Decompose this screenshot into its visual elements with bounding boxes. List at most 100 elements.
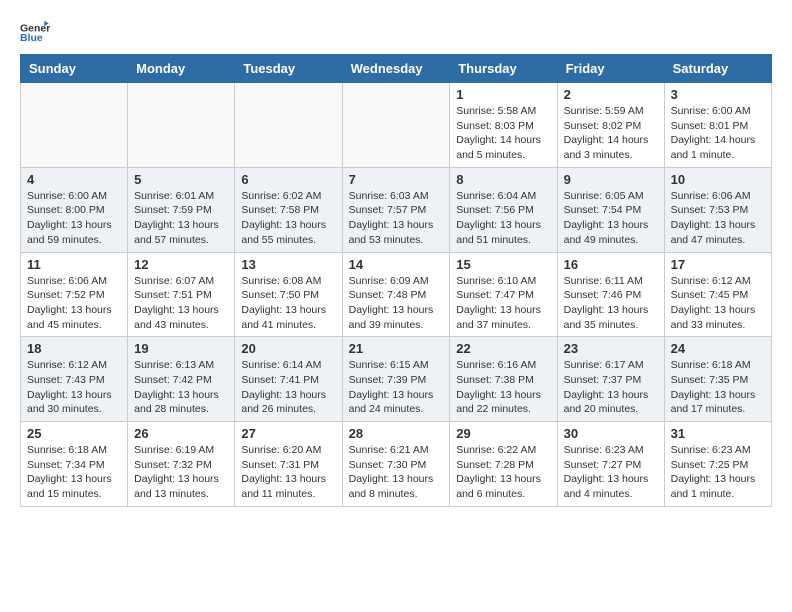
- calendar-table: SundayMondayTuesdayWednesdayThursdayFrid…: [20, 54, 772, 507]
- day-info: Sunrise: 6:11 AM Sunset: 7:46 PM Dayligh…: [564, 274, 658, 333]
- calendar-cell: 5 Sunrise: 6:01 AM Sunset: 7:59 PM Daylig…: [128, 167, 235, 252]
- calendar-cell: [128, 83, 235, 168]
- day-number: 31: [671, 426, 765, 441]
- calendar-week-row: 18 Sunrise: 6:12 AM Sunset: 7:43 PM Dayli…: [21, 337, 772, 422]
- weekday-header-wednesday: Wednesday: [342, 55, 450, 83]
- day-info: Sunrise: 6:18 AM Sunset: 7:35 PM Dayligh…: [671, 358, 765, 417]
- day-number: 3: [671, 87, 765, 102]
- day-number: 22: [456, 341, 550, 356]
- calendar-cell: 1 Sunrise: 5:58 AM Sunset: 8:03 PM Daylig…: [450, 83, 557, 168]
- day-info: Sunrise: 6:03 AM Sunset: 7:57 PM Dayligh…: [349, 189, 444, 248]
- day-info: Sunrise: 6:20 AM Sunset: 7:31 PM Dayligh…: [241, 443, 335, 502]
- calendar-cell: 10 Sunrise: 6:06 AM Sunset: 7:53 PM Dayli…: [664, 167, 771, 252]
- calendar-cell: 6 Sunrise: 6:02 AM Sunset: 7:58 PM Daylig…: [235, 167, 342, 252]
- page-header: General Blue: [20, 20, 772, 44]
- calendar-cell: 25 Sunrise: 6:18 AM Sunset: 7:34 PM Dayli…: [21, 422, 128, 507]
- day-number: 30: [564, 426, 658, 441]
- day-number: 18: [27, 341, 121, 356]
- weekday-header-row: SundayMondayTuesdayWednesdayThursdayFrid…: [21, 55, 772, 83]
- day-info: Sunrise: 6:07 AM Sunset: 7:51 PM Dayligh…: [134, 274, 228, 333]
- day-info: Sunrise: 6:02 AM Sunset: 7:58 PM Dayligh…: [241, 189, 335, 248]
- calendar-cell: [235, 83, 342, 168]
- day-number: 9: [564, 172, 658, 187]
- weekday-header-friday: Friday: [557, 55, 664, 83]
- calendar-week-row: 4 Sunrise: 6:00 AM Sunset: 8:00 PM Daylig…: [21, 167, 772, 252]
- day-number: 25: [27, 426, 121, 441]
- calendar-cell: 16 Sunrise: 6:11 AM Sunset: 7:46 PM Dayli…: [557, 252, 664, 337]
- day-info: Sunrise: 6:23 AM Sunset: 7:25 PM Dayligh…: [671, 443, 765, 502]
- calendar-cell: 28 Sunrise: 6:21 AM Sunset: 7:30 PM Dayli…: [342, 422, 450, 507]
- calendar-cell: 9 Sunrise: 6:05 AM Sunset: 7:54 PM Daylig…: [557, 167, 664, 252]
- day-info: Sunrise: 6:16 AM Sunset: 7:38 PM Dayligh…: [456, 358, 550, 417]
- calendar-cell: 2 Sunrise: 5:59 AM Sunset: 8:02 PM Daylig…: [557, 83, 664, 168]
- day-number: 7: [349, 172, 444, 187]
- day-info: Sunrise: 6:00 AM Sunset: 8:01 PM Dayligh…: [671, 104, 765, 163]
- calendar-cell: 27 Sunrise: 6:20 AM Sunset: 7:31 PM Dayli…: [235, 422, 342, 507]
- calendar-cell: 20 Sunrise: 6:14 AM Sunset: 7:41 PM Dayli…: [235, 337, 342, 422]
- calendar-cell: 29Sunrise: 6:22 AM Sunset: 7:28 PM Dayli…: [450, 422, 557, 507]
- day-number: 17: [671, 257, 765, 272]
- day-info: Sunrise: 6:10 AM Sunset: 7:47 PM Dayligh…: [456, 274, 550, 333]
- calendar-cell: 30 Sunrise: 6:23 AM Sunset: 7:27 PM Dayli…: [557, 422, 664, 507]
- day-number: 6: [241, 172, 335, 187]
- weekday-header-sunday: Sunday: [21, 55, 128, 83]
- calendar-cell: 18 Sunrise: 6:12 AM Sunset: 7:43 PM Dayli…: [21, 337, 128, 422]
- day-info: Sunrise: 5:59 AM Sunset: 8:02 PM Dayligh…: [564, 104, 658, 163]
- calendar-week-row: 11Sunrise: 6:06 AM Sunset: 7:52 PM Dayli…: [21, 252, 772, 337]
- calendar-cell: 7 Sunrise: 6:03 AM Sunset: 7:57 PM Daylig…: [342, 167, 450, 252]
- day-number: 5: [134, 172, 228, 187]
- calendar-cell: 21Sunrise: 6:15 AM Sunset: 7:39 PM Dayli…: [342, 337, 450, 422]
- logo: General Blue: [20, 20, 50, 44]
- calendar-cell: 15 Sunrise: 6:10 AM Sunset: 7:47 PM Dayli…: [450, 252, 557, 337]
- calendar-cell: 3 Sunrise: 6:00 AM Sunset: 8:01 PM Daylig…: [664, 83, 771, 168]
- day-info: Sunrise: 6:17 AM Sunset: 7:37 PM Dayligh…: [564, 358, 658, 417]
- day-info: Sunrise: 6:01 AM Sunset: 7:59 PM Dayligh…: [134, 189, 228, 248]
- logo-icon: General Blue: [20, 20, 50, 44]
- calendar-cell: 22 Sunrise: 6:16 AM Sunset: 7:38 PM Dayli…: [450, 337, 557, 422]
- day-number: 2: [564, 87, 658, 102]
- day-number: 21: [349, 341, 444, 356]
- calendar-cell: 17 Sunrise: 6:12 AM Sunset: 7:45 PM Dayli…: [664, 252, 771, 337]
- day-number: 19: [134, 341, 228, 356]
- calendar-cell: [342, 83, 450, 168]
- calendar-cell: 11Sunrise: 6:06 AM Sunset: 7:52 PM Dayli…: [21, 252, 128, 337]
- day-number: 24: [671, 341, 765, 356]
- day-number: 27: [241, 426, 335, 441]
- calendar-cell: 24 Sunrise: 6:18 AM Sunset: 7:35 PM Dayli…: [664, 337, 771, 422]
- weekday-header-saturday: Saturday: [664, 55, 771, 83]
- day-number: 10: [671, 172, 765, 187]
- day-info: Sunrise: 6:13 AM Sunset: 7:42 PM Dayligh…: [134, 358, 228, 417]
- day-info: Sunrise: 6:00 AM Sunset: 8:00 PM Dayligh…: [27, 189, 121, 248]
- day-info: Sunrise: 6:12 AM Sunset: 7:43 PM Dayligh…: [27, 358, 121, 417]
- day-number: 4: [27, 172, 121, 187]
- day-number: 16: [564, 257, 658, 272]
- day-info: Sunrise: 5:58 AM Sunset: 8:03 PM Dayligh…: [456, 104, 550, 163]
- day-number: 13: [241, 257, 335, 272]
- calendar-cell: 14 Sunrise: 6:09 AM Sunset: 7:48 PM Dayli…: [342, 252, 450, 337]
- day-number: 15: [456, 257, 550, 272]
- day-info: Sunrise: 6:14 AM Sunset: 7:41 PM Dayligh…: [241, 358, 335, 417]
- day-info: Sunrise: 6:05 AM Sunset: 7:54 PM Dayligh…: [564, 189, 658, 248]
- day-number: 20: [241, 341, 335, 356]
- calendar-cell: 8Sunrise: 6:04 AM Sunset: 7:56 PM Daylig…: [450, 167, 557, 252]
- calendar-cell: 26 Sunrise: 6:19 AM Sunset: 7:32 PM Dayli…: [128, 422, 235, 507]
- day-number: 12: [134, 257, 228, 272]
- svg-text:Blue: Blue: [20, 32, 43, 44]
- day-number: 23: [564, 341, 658, 356]
- day-info: Sunrise: 6:18 AM Sunset: 7:34 PM Dayligh…: [27, 443, 121, 502]
- calendar-cell: 31 Sunrise: 6:23 AM Sunset: 7:25 PM Dayli…: [664, 422, 771, 507]
- day-info: Sunrise: 6:12 AM Sunset: 7:45 PM Dayligh…: [671, 274, 765, 333]
- day-info: Sunrise: 6:09 AM Sunset: 7:48 PM Dayligh…: [349, 274, 444, 333]
- day-info: Sunrise: 6:06 AM Sunset: 7:53 PM Dayligh…: [671, 189, 765, 248]
- day-number: 26: [134, 426, 228, 441]
- calendar-week-row: 1 Sunrise: 5:58 AM Sunset: 8:03 PM Daylig…: [21, 83, 772, 168]
- calendar-cell: 12 Sunrise: 6:07 AM Sunset: 7:51 PM Dayli…: [128, 252, 235, 337]
- day-info: Sunrise: 6:21 AM Sunset: 7:30 PM Dayligh…: [349, 443, 444, 502]
- day-number: 14: [349, 257, 444, 272]
- day-info: Sunrise: 6:23 AM Sunset: 7:27 PM Dayligh…: [564, 443, 658, 502]
- calendar-cell: [21, 83, 128, 168]
- day-number: 28: [349, 426, 444, 441]
- weekday-header-thursday: Thursday: [450, 55, 557, 83]
- day-info: Sunrise: 6:19 AM Sunset: 7:32 PM Dayligh…: [134, 443, 228, 502]
- day-number: 1: [456, 87, 550, 102]
